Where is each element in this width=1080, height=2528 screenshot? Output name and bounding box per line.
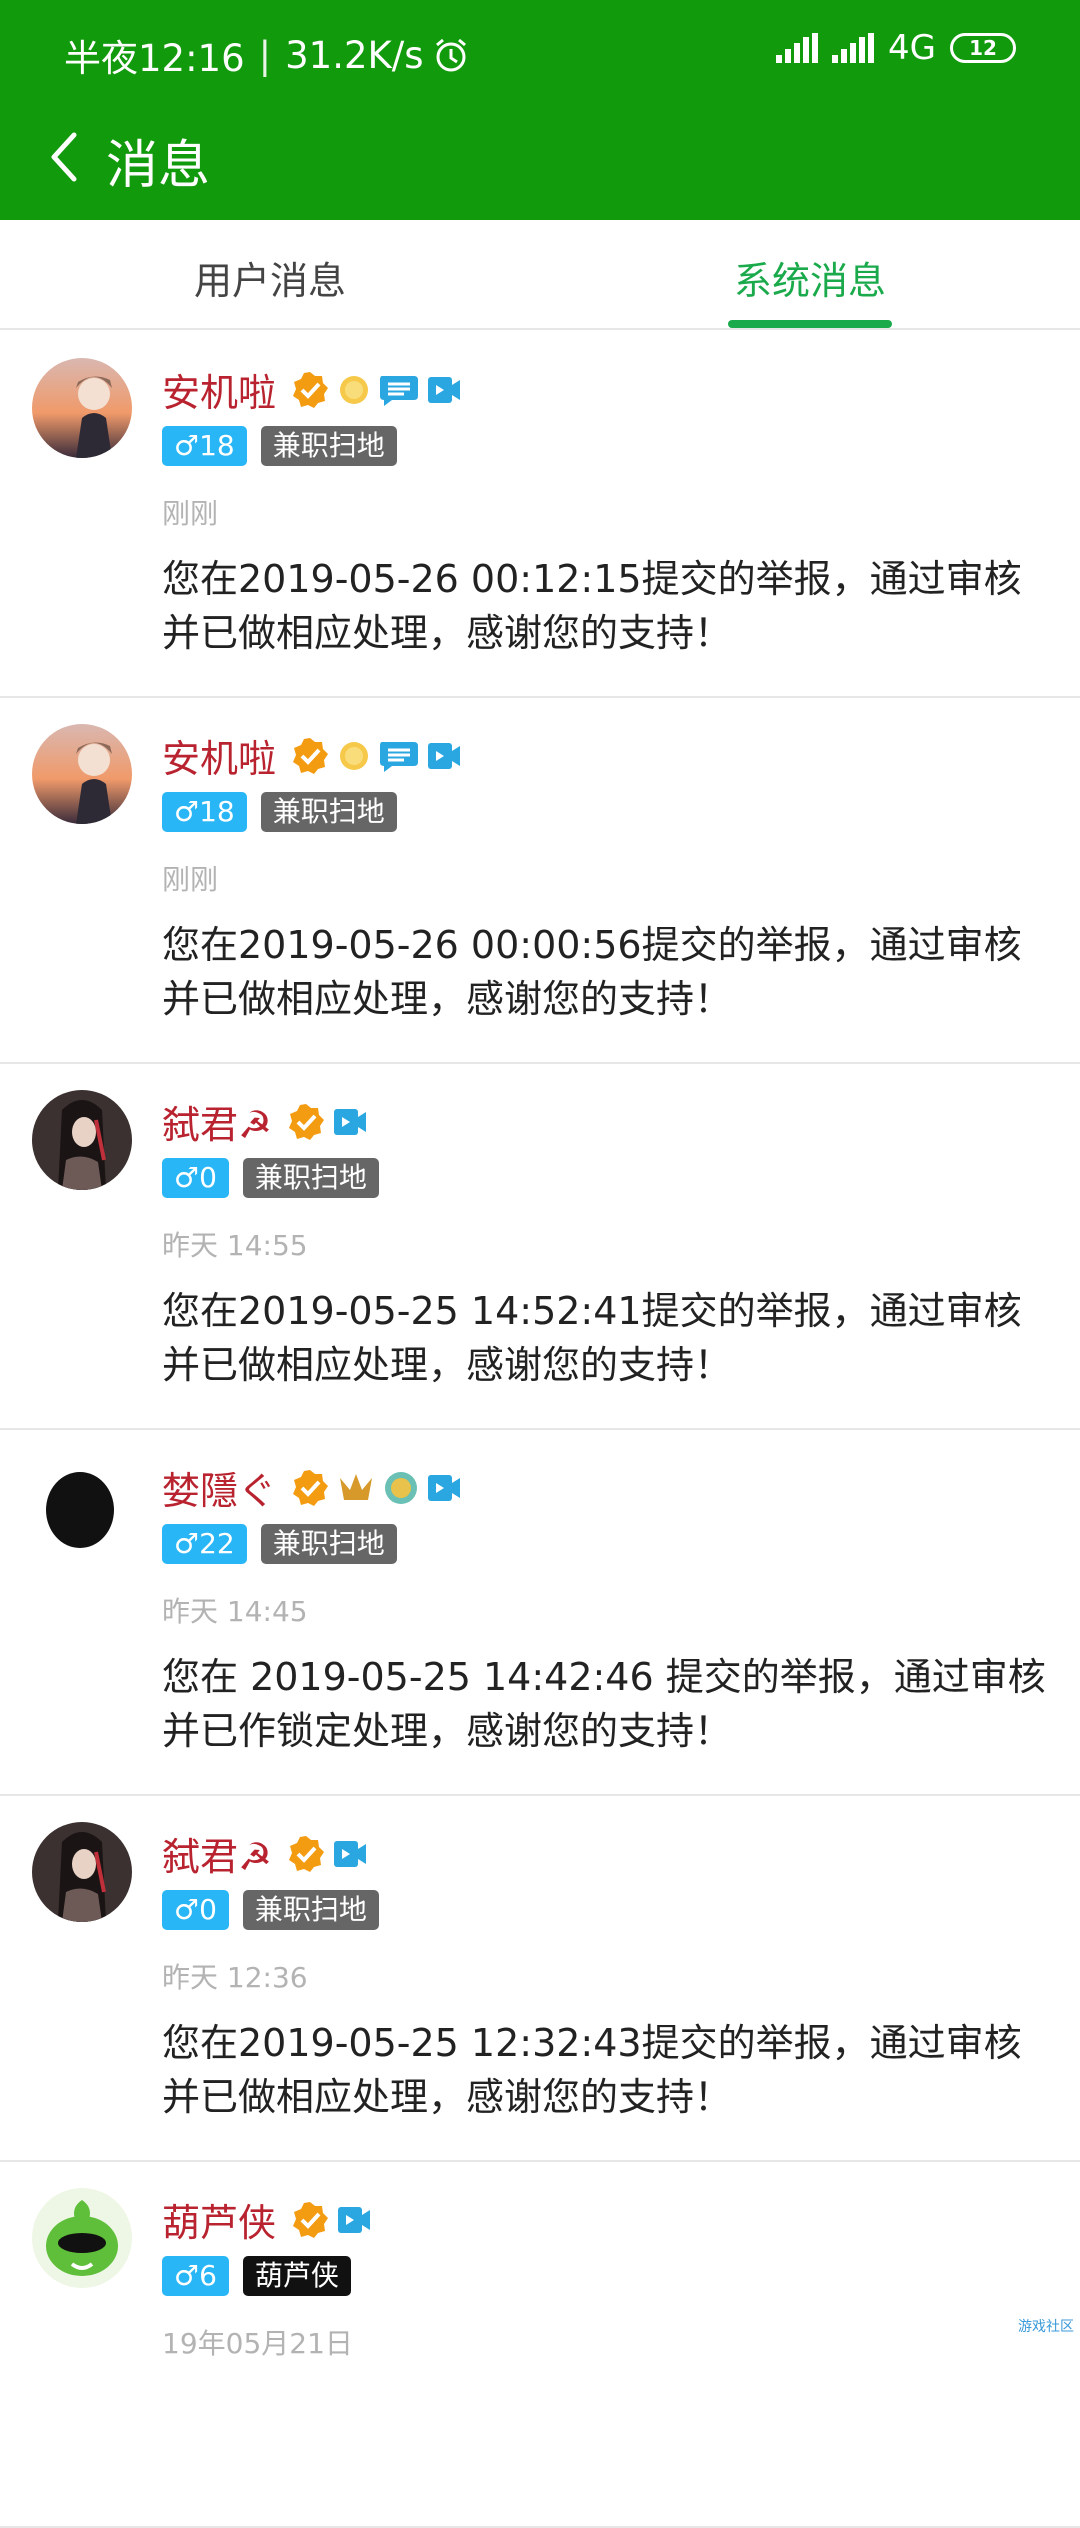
verified-icon — [290, 1468, 330, 1508]
badge-row: ♂18 兼职扫地 — [162, 792, 397, 832]
shield-badge-icon — [382, 1469, 420, 1507]
verified-icon — [286, 1102, 326, 1142]
status-separator: | — [259, 34, 271, 77]
level-medal-icon — [336, 372, 372, 408]
video-badge-icon — [332, 1839, 368, 1869]
role-badge: 兼职扫地 — [261, 1524, 397, 1564]
video-badge-icon — [336, 2205, 372, 2235]
network-type: 4G — [888, 28, 936, 68]
role-badge: 兼职扫地 — [243, 1158, 379, 1198]
verified-icon — [286, 1834, 326, 1874]
username[interactable]: 婪隱ぐ — [162, 1460, 276, 1515]
avatar[interactable] — [32, 1456, 132, 1556]
message-text: 您在2019-05-25 14:52:41提交的举报，通过审核并已做相应处理，感… — [162, 1284, 1052, 1392]
username[interactable]: 弑君☭ — [162, 1094, 272, 1149]
name-row: 安机啦 — [162, 362, 462, 417]
gender-level-badge: ♂18 — [162, 792, 247, 832]
status-left: 半夜12:16 | 31.2K/s — [64, 28, 470, 82]
wing-badge-icon — [336, 1470, 376, 1506]
role-badge: 葫芦侠 — [243, 2256, 351, 2296]
message-item[interactable]: 安机啦 ♂18 兼职扫地刚刚您在2019-05-26 00:12:15提交的举报，通… — [0, 332, 1080, 698]
avatar[interactable] — [32, 2188, 132, 2288]
badge-row: ♂6 葫芦侠 — [162, 2256, 351, 2296]
username[interactable]: 弑君☭ — [162, 1826, 272, 1881]
message-text: 您在2019-05-25 12:32:43提交的举报，通过审核并已做相应处理，感… — [162, 2016, 1052, 2124]
message-time: 19年05月21日 — [162, 2322, 353, 2362]
role-badge: 兼职扫地 — [243, 1890, 379, 1930]
status-bar: 半夜12:16 | 31.2K/s 4G 12 — [0, 0, 1080, 105]
status-right: 4G 12 — [776, 28, 1016, 68]
verified-icon — [290, 370, 330, 410]
signal-icon — [776, 33, 818, 63]
message-item[interactable]: 弑君☭ ♂0 兼职扫地昨天 14:55 您在2019-05-25 14:52:41提交… — [0, 1064, 1080, 1430]
badge-row: ♂0 兼职扫地 — [162, 1158, 379, 1198]
battery-icon: 12 — [950, 33, 1016, 63]
message-item[interactable]: 安机啦 ♂18 兼职扫地刚刚您在2019-05-26 00:00:56提交的举报，通… — [0, 698, 1080, 1064]
message-time: 刚刚 — [162, 858, 218, 898]
message-item[interactable]: 葫芦侠 ♂6 葫芦侠 19年05月21日 — [0, 2162, 1080, 2528]
alarm-icon — [432, 36, 470, 74]
name-row: 婪隱ぐ — [162, 1460, 462, 1515]
tab-bar: 用户消息 系统消息 — [0, 220, 1080, 330]
message-text: 您在 2019-05-25 14:42:46 提交的举报，通过审核并已作锁定处理… — [162, 1650, 1052, 1758]
video-badge-icon — [332, 1107, 368, 1137]
tab-system-messages[interactable]: 系统消息 — [660, 250, 960, 305]
message-time: 昨天 14:45 — [162, 1590, 308, 1630]
name-row: 安机啦 — [162, 728, 462, 783]
title-bar: 消息 — [0, 105, 1080, 220]
avatar[interactable] — [32, 358, 132, 458]
video-badge-icon — [426, 741, 462, 771]
gender-level-badge: ♂22 — [162, 1524, 247, 1564]
tab-active-indicator — [728, 320, 892, 328]
gender-level-badge: ♂6 — [162, 2256, 229, 2296]
badge-row: ♂18 兼职扫地 — [162, 426, 397, 466]
message-time: 昨天 14:55 — [162, 1224, 308, 1264]
network-speed: 31.2K/s — [285, 34, 423, 77]
avatar[interactable] — [32, 1822, 132, 1922]
badge-row: ♂22 兼职扫地 — [162, 1524, 397, 1564]
name-row: 葫芦侠 — [162, 2192, 372, 2247]
message-time: 刚刚 — [162, 492, 218, 532]
gender-level-badge: ♂0 — [162, 1890, 229, 1930]
chat-badge-icon — [378, 738, 420, 774]
message-list: 安机啦♂18兼职扫地刚刚您在2019-05-26 00:12:15提交的举报，通… — [0, 332, 1080, 2528]
chat-badge-icon — [378, 372, 420, 408]
verified-icon — [290, 2200, 330, 2240]
video-badge-icon — [426, 1473, 462, 1503]
video-badge-icon — [426, 375, 462, 405]
app-header: 半夜12:16 | 31.2K/s 4G 12 消息 — [0, 0, 1080, 220]
role-badge: 兼职扫地 — [261, 426, 397, 466]
name-row: 弑君☭ — [162, 1826, 368, 1881]
message-time: 昨天 12:36 — [162, 1956, 308, 1996]
message-text: 您在2019-05-26 00:00:56提交的举报，通过审核并已做相应处理，感… — [162, 918, 1052, 1026]
username[interactable]: 安机啦 — [162, 362, 276, 417]
avatar[interactable] — [32, 724, 132, 824]
gender-level-badge: ♂18 — [162, 426, 247, 466]
name-row: 弑君☭ — [162, 1094, 368, 1149]
tab-user-messages[interactable]: 用户消息 — [120, 250, 420, 305]
level-medal-icon — [336, 738, 372, 774]
message-item[interactable]: 弑君☭ ♂0 兼职扫地昨天 12:36 您在2019-05-25 12:32:43提交… — [0, 1796, 1080, 2162]
message-text: 您在2019-05-26 00:12:15提交的举报，通过审核并已做相应处理，感… — [162, 552, 1052, 660]
clock: 半夜12:16 — [64, 28, 245, 82]
gender-level-badge: ♂0 — [162, 1158, 229, 1198]
watermark: 游戏社区 — [1018, 2316, 1074, 2336]
badge-row: ♂0 兼职扫地 — [162, 1890, 379, 1930]
username[interactable]: 葫芦侠 — [162, 2192, 276, 2247]
page-title: 消息 — [106, 123, 210, 198]
verified-icon — [290, 736, 330, 776]
avatar[interactable] — [32, 1090, 132, 1190]
username[interactable]: 安机啦 — [162, 728, 276, 783]
message-item[interactable]: 婪隱ぐ ♂22 兼职扫地昨天 14:45 您在 2019-05-25 14:42:46… — [0, 1430, 1080, 1796]
signal-icon-2 — [832, 33, 874, 63]
role-badge: 兼职扫地 — [261, 792, 397, 832]
back-arrow-icon[interactable] — [40, 127, 88, 187]
